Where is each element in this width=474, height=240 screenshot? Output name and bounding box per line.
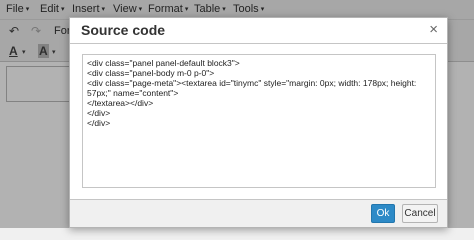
ok-button[interactable]: Ok xyxy=(371,204,395,223)
dialog-body: <div class="panel panel-default block3">… xyxy=(70,45,447,199)
dialog-title: Source code xyxy=(81,22,166,38)
source-code-textarea[interactable]: <div class="panel panel-default block3">… xyxy=(82,54,436,188)
dialog-header: Source code × xyxy=(70,18,447,44)
cancel-button[interactable]: Cancel xyxy=(402,204,438,223)
close-icon[interactable]: × xyxy=(429,21,438,38)
source-code-dialog: Source code × <div class="panel panel-de… xyxy=(69,17,448,228)
dialog-footer: Ok Cancel xyxy=(70,199,447,227)
